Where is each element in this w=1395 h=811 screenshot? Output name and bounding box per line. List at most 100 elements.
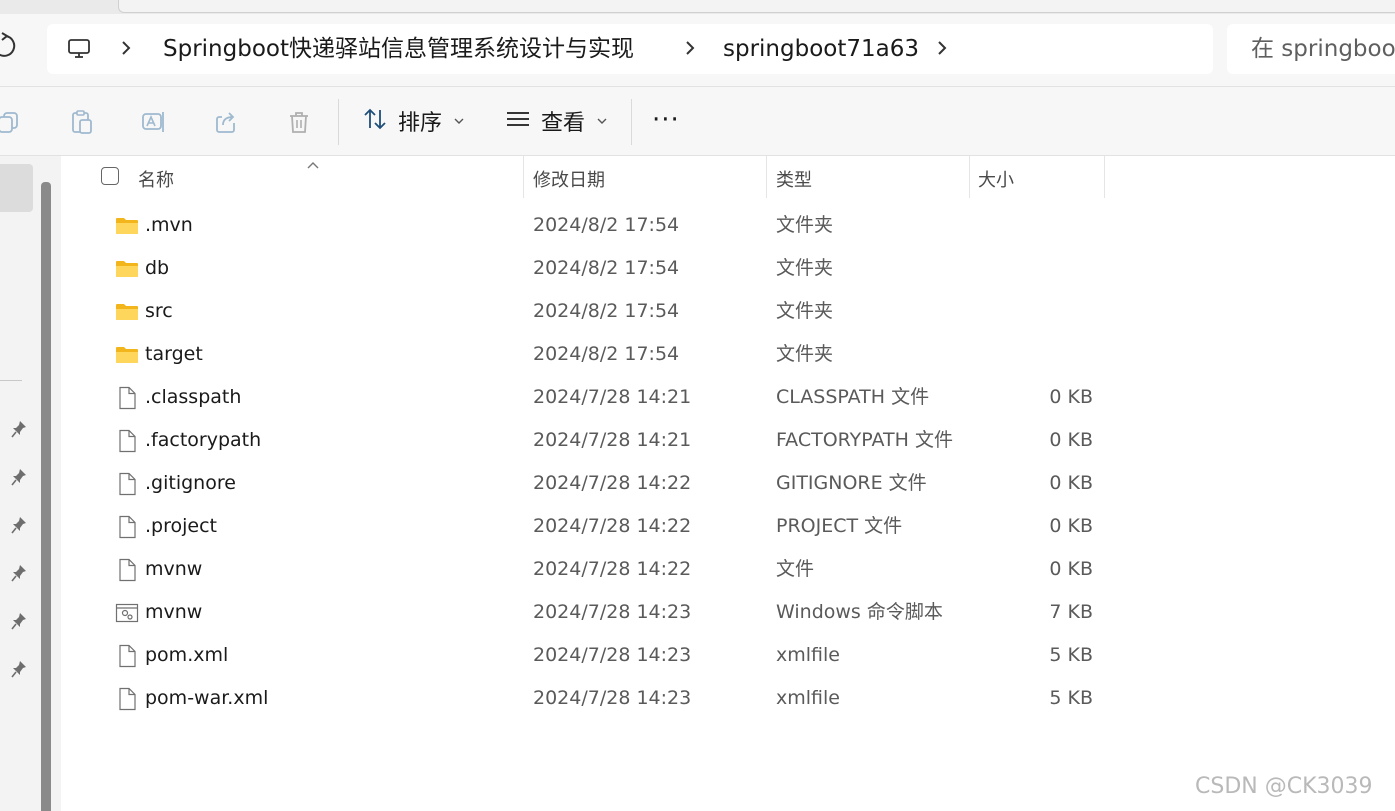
table-row[interactable]: db 2024/8/2 17:54 文件夹 [61,247,1395,290]
table-row[interactable]: target 2024/8/2 17:54 文件夹 [61,333,1395,376]
file-type: 文件夹 [776,343,834,365]
nav-divider [0,380,22,381]
file-name: mvnw [145,601,203,623]
column-divider[interactable] [969,156,970,198]
refresh-icon[interactable] [0,32,18,62]
file-type: 文件夹 [776,257,834,279]
file-date: 2024/7/28 14:23 [533,644,692,666]
file-date: 2024/7/28 14:23 [533,687,692,709]
sort-ascending-icon [306,156,320,169]
pin-icon[interactable] [11,420,27,438]
table-row[interactable]: src 2024/8/2 17:54 文件夹 [61,290,1395,333]
file-icon [115,386,139,410]
pin-icon[interactable] [11,564,27,582]
pin-icon[interactable] [11,660,27,678]
file-name: db [145,257,170,279]
file-type: xmlfile [776,687,840,709]
table-row[interactable]: pom-war.xml 2024/7/28 14:23 xmlfile 5 KB [61,677,1395,720]
file-name: .mvn [145,214,193,236]
pin-icon[interactable] [11,612,27,630]
sort-label: 排序 [398,111,443,136]
table-row[interactable]: .classpath 2024/7/28 14:21 CLASSPATH 文件 0 K… [61,376,1395,419]
table-row[interactable]: pom.xml 2024/7/28 14:23 xmlfile 5 KB [61,634,1395,677]
breadcrumb-folder[interactable]: springboot71a63 [723,34,919,64]
navigation-pane [0,156,36,811]
column-size[interactable]: 大小 [978,166,1014,192]
chevron-right-icon[interactable] [935,38,949,58]
folder-icon [115,343,139,367]
paste-icon[interactable] [69,109,95,135]
file-date: 2024/8/2 17:54 [533,257,680,279]
file-type: 文件夹 [776,300,834,322]
more-options-button[interactable]: ··· [652,105,680,135]
file-icon [115,644,139,668]
search-box[interactable]: 在 springboot71a63 中搜索 [1227,24,1395,74]
file-icon [115,687,139,711]
nav-scrollbar[interactable] [41,182,51,811]
column-name[interactable]: 名称 [138,166,174,192]
chevron-right-icon[interactable] [683,38,697,58]
file-date: 2024/7/28 14:21 [533,429,692,451]
chevron-right-icon[interactable] [119,38,133,58]
file-size: 0 KB [1049,515,1093,537]
file-date: 2024/8/2 17:54 [533,343,680,365]
file-date: 2024/7/28 14:23 [533,601,692,623]
chevron-down-icon [454,114,464,128]
file-icon [115,429,139,453]
select-all-checkbox[interactable] [101,167,119,185]
file-name: pom.xml [145,644,229,666]
file-size: 0 KB [1049,429,1093,451]
file-size: 0 KB [1049,558,1093,580]
copy-icon[interactable] [0,109,22,135]
view-label: 查看 [541,111,586,136]
delete-icon[interactable] [286,109,312,135]
active-tab-edge [118,0,1395,13]
file-name: target [145,343,203,365]
sort-icon [362,106,388,136]
file-date: 2024/7/28 14:22 [533,515,692,537]
pin-icon[interactable] [11,468,27,486]
view-button[interactable]: 查看 [505,101,607,141]
file-size: 5 KB [1049,644,1093,666]
chevron-down-icon [597,114,607,128]
tab-strip [0,0,1395,14]
folder-icon [115,300,139,324]
column-date[interactable]: 修改日期 [533,166,605,192]
file-name: .classpath [145,386,242,408]
pin-icon[interactable] [11,516,27,534]
address-bar[interactable]: Springboot快递驿站信息管理系统设计与实现 springboot71a6… [47,24,1213,74]
file-name: .factorypath [145,429,262,451]
file-type: FACTORYPATH 文件 [776,429,953,451]
sort-button[interactable]: 排序 [362,101,464,141]
view-icon [505,106,531,136]
file-type: 文件夹 [776,214,834,236]
watermark: CSDN @CK3039 [1195,774,1373,799]
rename-icon[interactable] [141,109,167,135]
column-type[interactable]: 类型 [776,166,812,192]
file-type: GITIGNORE 文件 [776,472,927,494]
table-row[interactable]: .gitignore 2024/7/28 14:22 GITIGNORE 文件 0 K… [61,462,1395,505]
file-size: 7 KB [1049,601,1093,623]
this-pc-icon[interactable] [67,37,91,61]
table-row[interactable]: .project 2024/7/28 14:22 PROJECT 文件 0 KB [61,505,1395,548]
table-row[interactable]: mvnw 2024/7/28 14:23 Windows 命令脚本 7 KB [61,591,1395,634]
file-name: mvnw [145,558,203,580]
share-icon[interactable] [214,109,240,135]
table-row[interactable]: .mvn 2024/8/2 17:54 文件夹 [61,204,1395,247]
column-divider[interactable] [523,156,524,198]
file-date: 2024/7/28 14:22 [533,558,692,580]
address-row: Springboot快递驿站信息管理系统设计与实现 springboot71a6… [0,14,1395,87]
table-row[interactable]: .factorypath 2024/7/28 14:21 FACTORYPATH 文… [61,419,1395,462]
column-divider[interactable] [766,156,767,198]
breadcrumb-project[interactable]: Springboot快递驿站信息管理系统设计与实现 [163,34,634,64]
file-date: 2024/8/2 17:54 [533,300,680,322]
nav-item-selected[interactable] [0,164,33,212]
file-size: 0 KB [1049,386,1093,408]
column-header: 名称 修改日期 类型 大小 [61,156,1395,198]
file-type: CLASSPATH 文件 [776,386,930,408]
folder-icon [115,257,139,281]
command-bar: 排序 查看 ··· [0,87,1395,156]
table-row[interactable]: mvnw 2024/7/28 14:22 文件 0 KB [61,548,1395,591]
column-divider[interactable] [1104,156,1105,198]
file-name: pom-war.xml [145,687,269,709]
